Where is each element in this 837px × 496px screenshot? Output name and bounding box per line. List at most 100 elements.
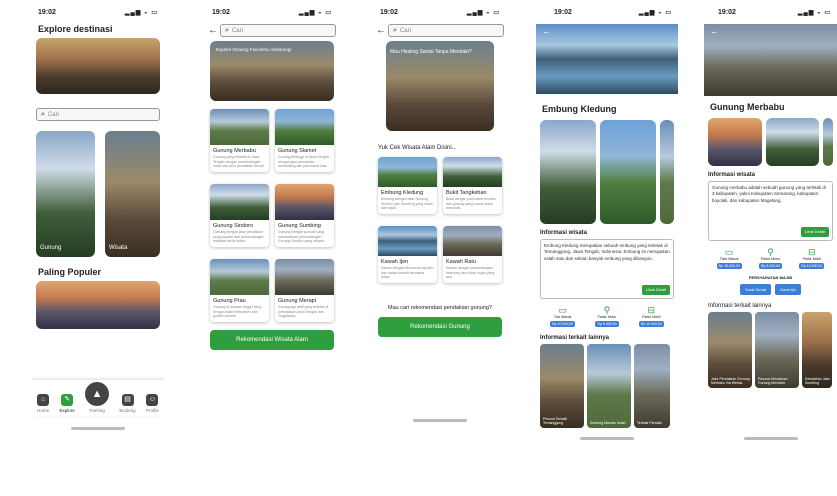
card-desc: Gunung dengan jalur pendakian yang popul… bbox=[213, 230, 264, 244]
back-arrow-icon[interactable]: ← bbox=[376, 25, 386, 36]
card-photo bbox=[210, 184, 269, 220]
card-photo bbox=[210, 259, 269, 295]
back-arrow-icon[interactable]: ← bbox=[208, 25, 218, 36]
gallery-photo[interactable] bbox=[823, 118, 833, 166]
gallery-photo[interactable] bbox=[708, 118, 762, 166]
transport-item: ⊟ Parkir Mobil Rp 10.000,00 bbox=[638, 305, 664, 327]
screen-wisata-list: 19:02 ▂▄▆ ◒ ▭ ← ⌕ Cari Mau Healing Santa… bbox=[374, 4, 506, 444]
card-title: Gunung Slamet bbox=[278, 148, 317, 154]
mountain-card[interactable]: Gunung Slamet Gunung tertinggi di Jawa Te… bbox=[275, 109, 334, 172]
profile-icon: ☺ bbox=[146, 394, 159, 406]
mountain-card[interactable]: Gunung Merbabu Gunung yang terletak di Ja… bbox=[210, 109, 269, 172]
nav-explore[interactable]: ✎ Explore bbox=[60, 394, 75, 413]
related-card[interactable]: Pesona Terbaik Temanggung bbox=[540, 344, 584, 428]
search-placeholder: Cari bbox=[231, 27, 243, 34]
hero-image bbox=[36, 38, 160, 94]
car-icon: ⊟ bbox=[808, 247, 816, 257]
ticket-icon: ▭ bbox=[724, 247, 734, 257]
transport-item: ▭ Taxi Masuk Rp 10.000,00 bbox=[550, 305, 576, 327]
detail-button[interactable]: Lihat Detail bbox=[800, 227, 829, 237]
category-card-gunung[interactable]: Gunung bbox=[36, 131, 95, 257]
category-label: Gunung bbox=[40, 245, 62, 251]
recommend-nature-button[interactable]: Rekomendasi Wisata Alam bbox=[210, 330, 334, 350]
status-time: 19:02 bbox=[380, 8, 398, 16]
transport-item: ⚲ Parkir Motor Rp 5.000,00 bbox=[758, 247, 783, 269]
card-desc: Kawah dengan fenomena api biru dan danau… bbox=[381, 266, 434, 280]
status-bar: 19:02 ▂▄▆ ◒ ▭ bbox=[206, 4, 338, 20]
related-card[interactable]: Embung Mandar Indah bbox=[587, 344, 631, 428]
card-desc: Embung dengan latar Gunung Sindoro dan S… bbox=[381, 197, 433, 211]
search-input[interactable]: ⌕ Cari bbox=[220, 24, 336, 37]
card-title: Bukit Tangkeban bbox=[446, 190, 487, 196]
info-title: Informasi wisata bbox=[540, 230, 588, 236]
card-photo bbox=[443, 157, 502, 187]
back-arrow-icon[interactable]: ← bbox=[542, 26, 551, 36]
back-arrow-icon[interactable]: ← bbox=[710, 26, 719, 36]
ticket-icon: ▭ bbox=[558, 305, 567, 315]
recommend-mountain-button[interactable]: Rekomendasi Gunung bbox=[378, 317, 502, 337]
mountain-card[interactable]: Gunung Sumbing Gunung dengan puncak yang … bbox=[275, 184, 334, 247]
search-icon: ⌕ bbox=[41, 110, 45, 118]
car-icon: ⊟ bbox=[647, 305, 656, 315]
place-title: Gunung Merbabu bbox=[710, 102, 785, 112]
transport-item: ⊟ Parkir Mobil Rp 10.000,00 bbox=[799, 247, 825, 269]
search-input[interactable]: ⌕ Cari bbox=[388, 24, 504, 37]
home-indicator bbox=[743, 437, 798, 440]
category-card-wisata[interactable]: Wisata bbox=[104, 131, 160, 257]
banner-image: Explore Gunung Favoritmu Sekarang! bbox=[210, 41, 334, 101]
home-indicator bbox=[71, 427, 125, 430]
status-time: 19:02 bbox=[38, 8, 56, 16]
gallery-photo[interactable] bbox=[600, 120, 656, 224]
related-card[interactable]: Jalur Pendakian Gunung Merbabu Via Wekas bbox=[708, 312, 752, 388]
search-icon: ⌕ bbox=[393, 26, 397, 34]
banner-text: Explore Gunung Favoritmu Sekarang! bbox=[216, 47, 292, 52]
gallery-photo[interactable] bbox=[540, 120, 596, 224]
status-bar: 19:02 ▂▄▆ ◒ ▭ bbox=[704, 4, 837, 20]
card-photo bbox=[443, 226, 502, 256]
related-card[interactable]: Keindahan Jalur Sumbing bbox=[802, 312, 832, 388]
info-box: Gunung merbabu adalah sebuah gunung yang… bbox=[708, 181, 833, 241]
requirements-title: PERSYARATAN WAJIB bbox=[748, 275, 793, 280]
screen-explore: 19:02 ▂▄▆ ◒ ▭ Explore destinasi ⌕ Cari G… bbox=[32, 4, 164, 444]
related-card[interactable]: Terbaik Pendaki bbox=[634, 344, 670, 428]
search-placeholder: Cari bbox=[399, 27, 411, 34]
explore-icon: ✎ bbox=[61, 394, 74, 406]
card-photo bbox=[378, 226, 437, 256]
requirement-button[interactable]: Surat Ijin bbox=[775, 284, 801, 295]
page-title: Explore destinasi bbox=[38, 24, 113, 34]
related-title: Informasi terkait lainnya bbox=[540, 335, 610, 341]
popular-image[interactable] bbox=[36, 281, 160, 329]
gallery-photo[interactable] bbox=[765, 118, 820, 166]
related-card[interactable]: Pesona Keindahan Gunung Merbabu bbox=[755, 312, 799, 388]
wisata-card[interactable]: Bukit Tangkeban Bukit dengan panorama lem… bbox=[443, 157, 502, 214]
status-bar: 19:02 ▂▄▆ ◒ ▭ bbox=[32, 4, 164, 20]
screen-detail-embung: 19:02 ▂▄▆ ◒ ▭ ← Embung Kledung Informasi… bbox=[536, 4, 678, 444]
card-title: Gunung Merapi bbox=[278, 298, 316, 304]
mountain-card[interactable]: Gunung Merapi Gunung api aktif yang terle… bbox=[275, 259, 334, 322]
mountain-card[interactable]: Gunung Prau Gunung di dataran tinggi Dien… bbox=[210, 259, 269, 322]
mountain-card[interactable]: Gunung Sindoro Gunung dengan jalur pendak… bbox=[210, 184, 269, 247]
related-title: Informasi terkait lainnya bbox=[708, 303, 772, 309]
status-icons: ▂▄▆ ◒ ▭ bbox=[466, 9, 500, 16]
status-time: 19:02 bbox=[212, 8, 230, 16]
gallery-photo[interactable] bbox=[660, 120, 674, 224]
navigate-icon: ▲ bbox=[85, 382, 110, 406]
card-title: Gunung Sindoro bbox=[213, 223, 254, 229]
nav-parking[interactable]: ▲ Parking bbox=[85, 382, 110, 413]
card-desc: Gunung yang terletak di Jawa Tengah deng… bbox=[213, 155, 265, 169]
nav-profile[interactable]: ☺ Profile bbox=[146, 394, 159, 413]
card-title: Kawah Ratu bbox=[446, 259, 476, 265]
hero-image: ← bbox=[536, 24, 678, 94]
card-photo bbox=[275, 184, 334, 220]
nav-home[interactable]: ⌂ Home bbox=[37, 394, 49, 413]
nav-booking[interactable]: ▤ Booking bbox=[119, 394, 136, 413]
home-icon: ⌂ bbox=[37, 394, 50, 406]
wisata-card[interactable]: Kawah Ratu Kawah dengan pemandangan beler… bbox=[443, 226, 502, 283]
info-box: Embung Kledung merupakan sebuah embung y… bbox=[540, 239, 674, 299]
detail-button[interactable]: Lihat Detail bbox=[641, 285, 670, 295]
wisata-card[interactable]: Kawah Ijen Kawah dengan fenomena api biru… bbox=[378, 226, 437, 283]
requirement-button[interactable]: Surat Sehat bbox=[740, 284, 772, 295]
search-input[interactable]: ⌕ Cari bbox=[36, 108, 160, 121]
wisata-card[interactable]: Embung Kledung Embung dengan latar Gunung… bbox=[378, 157, 437, 214]
transport-row: ▭ Taxi Masuk Rp 10.000,00 ⚲ Parkir Motor Rp … bbox=[540, 305, 674, 327]
